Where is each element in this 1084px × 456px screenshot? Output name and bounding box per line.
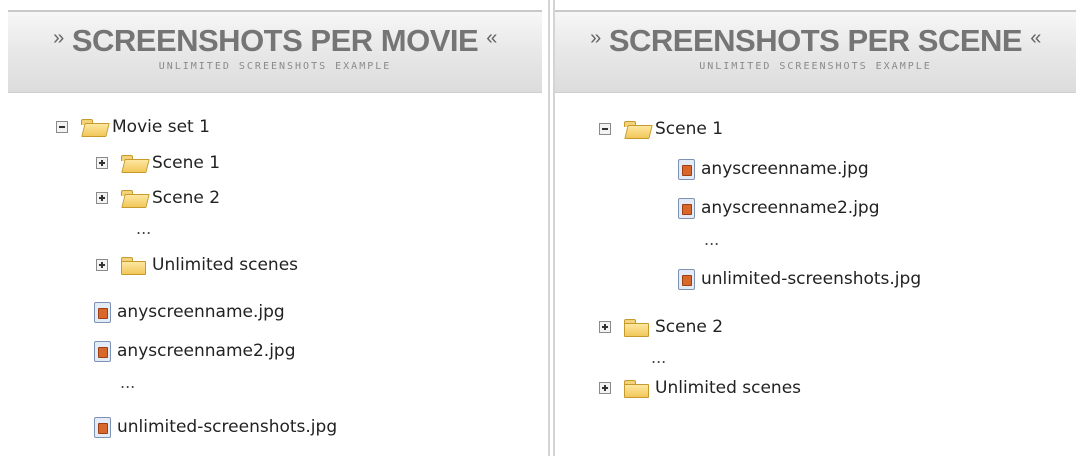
collapse-icon[interactable] <box>599 123 611 135</box>
panel-header: » SCREENSHOTS PER MOVIE « UNLIMITED SCRE… <box>8 10 542 93</box>
panel-header: » SCREENSHOTS PER SCENE « UNLIMITED SCRE… <box>555 10 1076 93</box>
image-file-icon <box>93 416 111 438</box>
tree-node-file[interactable]: anyscreenname2.jpg <box>93 340 296 362</box>
arrow-right-glyph: » <box>53 27 64 49</box>
scene-panel: » SCREENSHOTS PER SCENE « UNLIMITED SCRE… <box>553 0 1084 456</box>
expand-icon[interactable] <box>599 382 611 394</box>
movie-panel: » SCREENSHOTS PER MOVIE « UNLIMITED SCRE… <box>0 0 550 456</box>
folder-open-icon <box>623 120 649 138</box>
tree-node-folder[interactable]: Scene 2 <box>96 187 220 209</box>
image-file-icon <box>677 268 695 290</box>
collapse-icon[interactable] <box>56 121 68 133</box>
folder-open-icon <box>120 189 146 207</box>
folder-open-icon <box>80 118 106 136</box>
tree-node-label: Movie set 1 <box>112 117 210 137</box>
tree-node-label: Scene 2 <box>152 188 221 208</box>
tree-node-file[interactable]: anyscreenname.jpg <box>677 158 869 180</box>
tree-node-label: anyscreenname.jpg <box>117 302 285 322</box>
tree-node-folder[interactable]: Scene 1 <box>96 152 220 174</box>
tree-node-label: unlimited-screenshots.jpg <box>117 417 338 437</box>
tree-node-label: Scene 2 <box>655 317 724 337</box>
panel-title: » SCREENSHOTS PER SCENE « <box>555 23 1076 59</box>
panel-title-text: SCREENSHOTS PER SCENE <box>608 23 1023 58</box>
tree-node-folder[interactable]: Unlimited scenes <box>96 254 298 276</box>
tree-ellipsis: ... <box>136 219 152 238</box>
tree-node-root[interactable]: Movie set 1 <box>56 116 210 138</box>
tree-node-label: Scene 1 <box>152 153 221 173</box>
tree-ellipsis: ... <box>651 348 667 367</box>
tree-node-label: Unlimited scenes <box>655 378 802 398</box>
tree-node-root[interactable]: Scene 1 <box>599 118 723 140</box>
folder-icon <box>623 379 649 398</box>
tree-node-label: Unlimited scenes <box>152 255 299 275</box>
folder-icon <box>623 318 649 337</box>
panel-title-text: SCREENSHOTS PER MOVIE <box>71 23 479 58</box>
tree-node-folder[interactable]: Unlimited scenes <box>599 377 801 399</box>
expand-icon[interactable] <box>96 157 108 169</box>
tree-node-label: anyscreenname2.jpg <box>117 341 296 361</box>
tree-ellipsis: ... <box>704 230 720 249</box>
expand-icon[interactable] <box>599 321 611 333</box>
image-file-icon <box>677 197 695 219</box>
arrow-left-glyph: « <box>486 27 497 49</box>
folder-icon <box>120 256 146 275</box>
tree-ellipsis: ... <box>120 373 136 392</box>
folder-open-icon <box>120 154 146 172</box>
image-file-icon <box>677 158 695 180</box>
tree-node-label: Scene 1 <box>655 119 724 139</box>
tree-node-label: anyscreenname2.jpg <box>701 198 880 218</box>
arrow-left-glyph: « <box>1030 27 1041 49</box>
panel-title: » SCREENSHOTS PER MOVIE « <box>8 23 542 59</box>
image-file-icon <box>93 340 111 362</box>
arrow-right-glyph: » <box>590 27 601 49</box>
expand-icon[interactable] <box>96 259 108 271</box>
tree-node-file[interactable]: anyscreenname2.jpg <box>677 197 880 219</box>
expand-icon[interactable] <box>96 192 108 204</box>
tree-node-folder[interactable]: Scene 2 <box>599 316 723 338</box>
panel-subtitle: UNLIMITED SCREENSHOTS EXAMPLE <box>699 61 932 72</box>
tree-node-file[interactable]: unlimited-screenshots.jpg <box>677 268 921 290</box>
image-file-icon <box>93 301 111 323</box>
tree-node-label: anyscreenname.jpg <box>701 159 869 179</box>
tree-node-file[interactable]: anyscreenname.jpg <box>93 301 285 323</box>
panel-subtitle: UNLIMITED SCREENSHOTS EXAMPLE <box>158 61 392 72</box>
tree-node-file[interactable]: unlimited-screenshots.jpg <box>93 416 337 438</box>
tree-node-label: unlimited-screenshots.jpg <box>701 269 922 289</box>
